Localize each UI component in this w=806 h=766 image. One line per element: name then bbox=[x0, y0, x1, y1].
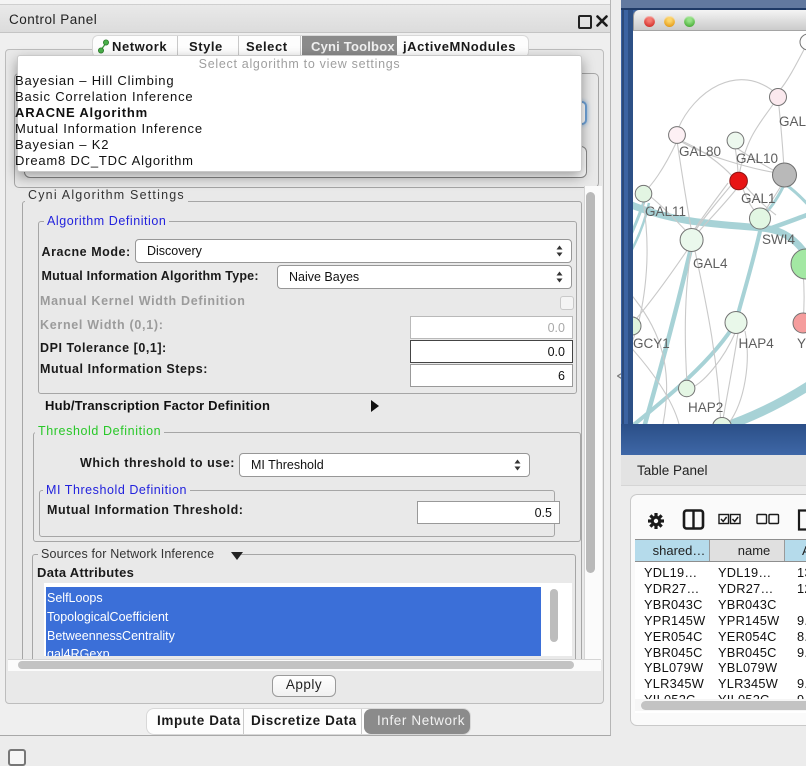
svg-text:GAL1: GAL1 bbox=[741, 191, 776, 206]
svg-text:SWI4: SWI4 bbox=[762, 232, 795, 247]
svg-text:GCY1: GCY1 bbox=[633, 336, 670, 351]
svg-text:GAL4: GAL4 bbox=[693, 256, 728, 271]
svg-text:GAL10: GAL10 bbox=[736, 151, 778, 166]
svg-text:GAL11: GAL11 bbox=[645, 204, 686, 219]
svg-text:GAL2: GAL2 bbox=[779, 114, 806, 129]
svg-text:Y: Y bbox=[797, 336, 806, 351]
svg-text:GAL80: GAL80 bbox=[679, 144, 721, 159]
svg-text:HAP4: HAP4 bbox=[739, 336, 775, 351]
svg-text:HAP2: HAP2 bbox=[688, 400, 723, 415]
